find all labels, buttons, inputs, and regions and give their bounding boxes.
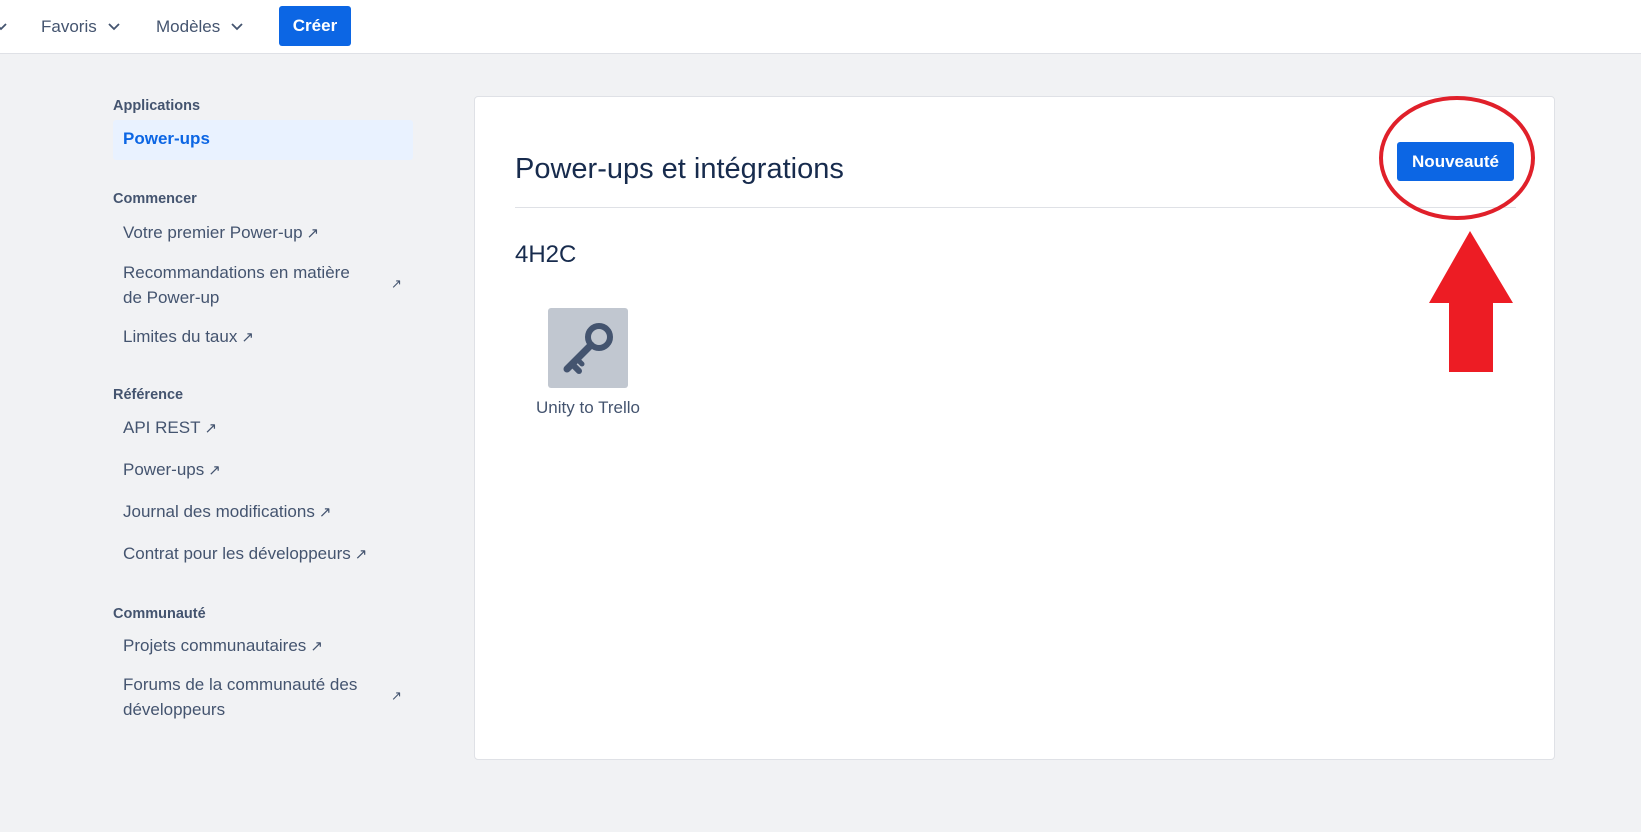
- page-title: Power-ups et intégrations: [515, 153, 844, 185]
- sidebar-item-developer-agreement[interactable]: Contrat pour les développeurs ↗: [123, 541, 393, 567]
- nav-favoris-label: Favoris: [41, 17, 97, 36]
- sidebar-item-rest-api[interactable]: API REST ↗: [123, 415, 393, 441]
- sidebar-item-label: Limites du taux: [123, 327, 238, 346]
- chevron-down-icon: [108, 23, 120, 31]
- nav-favoris-dropdown[interactable]: Favoris: [41, 14, 121, 40]
- chevron-down-icon: [231, 23, 243, 31]
- sidebar-item-label: Recommandations en matière de Power-up: [123, 263, 350, 307]
- powerup-name: Unity to Trello: [536, 398, 640, 417]
- nav-modeles-dropdown[interactable]: Modèles: [156, 14, 244, 40]
- sidebar-item-label: Contrat pour les développeurs: [123, 544, 351, 563]
- sidebar-item-community-projects[interactable]: Projets communautaires ↗: [123, 633, 393, 659]
- key-icon: [548, 308, 628, 388]
- sidebar-item-rate-limits[interactable]: Limites du taux ↗: [123, 324, 393, 350]
- external-link-icon: ↗: [391, 688, 402, 703]
- powerup-tile[interactable]: Unity to Trello: [515, 308, 665, 428]
- sidebar-item-label: Projets communautaires: [123, 636, 307, 655]
- sidebar-section-applications: Applications: [113, 98, 201, 114]
- sidebar-section-reference: Référence: [113, 387, 184, 403]
- sidebar-item-label: Power-ups: [123, 129, 210, 148]
- external-link-icon: ↗: [208, 462, 221, 479]
- sidebar-item-label: Forums de la communauté des développeurs: [123, 675, 358, 719]
- external-link-icon: ↗: [310, 638, 323, 655]
- sidebar-item-label: Votre premier Power-up: [123, 223, 303, 242]
- workspace-title: 4H2C: [515, 241, 577, 268]
- external-link-icon: ↗: [354, 546, 368, 563]
- sidebar-item-changelog[interactable]: Journal des modifications ↗: [123, 499, 393, 525]
- new-powerup-button[interactable]: Nouveauté: [1397, 142, 1514, 181]
- sidebar-item-first-powerup[interactable]: Votre premier Power-up ↗: [123, 220, 393, 246]
- sidebar-item-powerups-ref[interactable]: Power-ups ↗: [123, 457, 393, 483]
- nav-modeles-label: Modèles: [156, 17, 221, 36]
- external-link-icon: ↗: [306, 225, 320, 242]
- divider: [515, 207, 1516, 208]
- external-link-icon: ↗: [204, 420, 218, 437]
- sidebar-section-communaute: Communauté: [113, 606, 206, 622]
- powerups-panel: Power-ups et intégrations Nouveauté 4H2C…: [474, 96, 1555, 760]
- external-link-icon: ↗: [318, 504, 332, 521]
- chevron-down-icon[interactable]: [0, 20, 8, 34]
- sidebar-item-label: Journal des modifications: [123, 502, 315, 521]
- sidebar-section-commencer: Commencer: [113, 191, 197, 207]
- external-link-icon: ↗: [241, 329, 254, 346]
- top-navigation-bar: Favoris Modèles Créer: [0, 0, 1641, 54]
- sidebar-item-label: API REST: [123, 418, 201, 437]
- sidebar-item-developer-forums[interactable]: Forums de la communauté des développeurs…: [123, 672, 402, 722]
- create-button[interactable]: Créer: [279, 6, 351, 46]
- sidebar-item-label: Power-ups: [123, 460, 205, 479]
- sidebar-item-recommendations[interactable]: Recommandations en matière de Power-up ↗: [123, 260, 402, 310]
- external-link-icon: ↗: [391, 276, 402, 291]
- sidebar-item-powerups-active[interactable]: Power-ups: [113, 120, 413, 160]
